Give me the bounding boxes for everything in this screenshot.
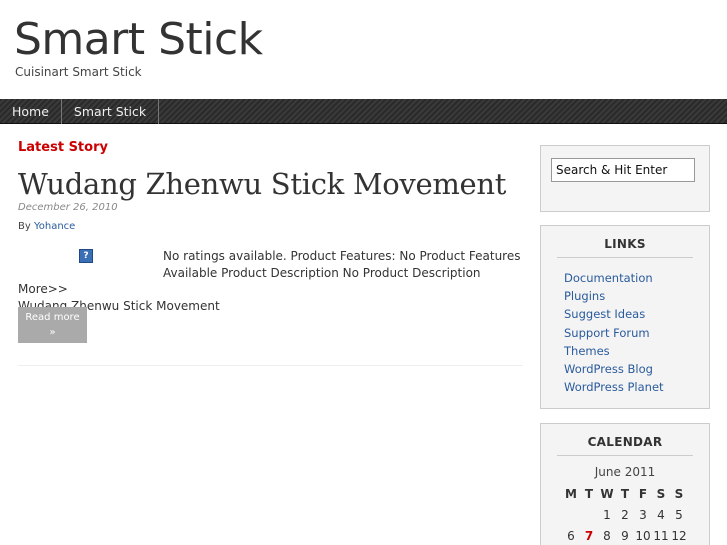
calendar-day: 3 (639, 507, 647, 522)
calendar-header-row: M T W T F S S (562, 483, 688, 504)
calendar-title-rule (557, 455, 693, 456)
link-suggest-ideas[interactable]: Suggest Ideas (564, 305, 709, 323)
calendar-title: CALENDAR (587, 435, 663, 449)
post-title[interactable]: Wudang Zhenwu Stick Movement (18, 167, 506, 201)
day-header: T (620, 486, 630, 501)
calendar-day (562, 504, 580, 525)
read-more-button[interactable]: Read more » (18, 307, 87, 343)
author-link[interactable]: Yohance (34, 221, 75, 232)
calendar-caption: June 2011 (594, 465, 656, 479)
day-header: S (674, 486, 684, 501)
calendar-week-row: 1 2 3 4 5 (562, 504, 688, 525)
nav-item-home[interactable]: Home (0, 99, 62, 124)
calendar-widget: CALENDAR June 2011 M T W T F S S 1 2 3 4… (540, 423, 710, 545)
search-input[interactable] (551, 158, 695, 182)
calendar-day: 8 (603, 528, 611, 543)
calendar-day-link[interactable]: 7 (580, 525, 598, 545)
excerpt-line-1: No ratings available. Product Features: … (163, 249, 521, 263)
link-wordpress-blog[interactable]: WordPress Blog (564, 360, 709, 378)
broken-image-icon: ? (79, 249, 93, 263)
site-description: Cuisinart Smart Stick (15, 65, 142, 79)
day-header: W (600, 486, 614, 501)
calendar-day: 2 (621, 507, 629, 522)
site-title[interactable]: Smart Stick (14, 14, 263, 65)
read-more-arrow-icon: » (49, 327, 56, 338)
links-widget: LINKS Documentation Plugins Suggest Idea… (540, 225, 710, 409)
link-plugins[interactable]: Plugins (564, 287, 709, 305)
calendar-day: 10 (635, 528, 651, 543)
day-header: T (584, 486, 594, 501)
latest-story-label: Latest Story (18, 140, 108, 155)
links-title: LINKS (604, 237, 646, 251)
search-widget (540, 145, 710, 212)
post-byline: By Yohance (18, 221, 75, 232)
post-date: December 26, 2010 (18, 202, 118, 213)
site-header: Smart Stick Cuisinart Smart Stick (0, 0, 727, 98)
main-nav: Home Smart Stick (0, 99, 727, 124)
calendar-day: 6 (567, 528, 575, 543)
calendar-day: 1 (603, 507, 611, 522)
byline-label: By (18, 221, 31, 232)
calendar-table: M T W T F S S 1 2 3 4 5 6 7 8 9 10 11 12 (562, 483, 688, 545)
calendar-day: 9 (621, 528, 629, 543)
calendar-day: 12 (671, 528, 687, 543)
link-wordpress-planet[interactable]: WordPress Planet (564, 378, 709, 396)
links-title-rule (557, 257, 693, 258)
links-list: Documentation Plugins Suggest Ideas Supp… (541, 269, 709, 396)
excerpt-line-2: Available Product Description No Product… (18, 265, 481, 297)
post-excerpt: No ratings available. Product Features: … (18, 248, 523, 314)
nav-item-smart-stick[interactable]: Smart Stick (62, 99, 160, 124)
calendar-day: 4 (657, 507, 665, 522)
day-header: S (656, 486, 666, 501)
link-support-forum[interactable]: Support Forum (564, 324, 709, 342)
link-documentation[interactable]: Documentation (564, 269, 709, 287)
calendar-day: 5 (675, 507, 683, 522)
post-divider (18, 365, 523, 366)
read-more-label: Read more (25, 312, 80, 323)
link-themes[interactable]: Themes (564, 342, 709, 360)
day-header: F (638, 486, 648, 501)
day-header: M (565, 486, 577, 501)
calendar-day (580, 504, 598, 525)
calendar-week-row: 6 7 8 9 10 11 12 (562, 525, 688, 545)
calendar-day: 11 (653, 528, 669, 543)
